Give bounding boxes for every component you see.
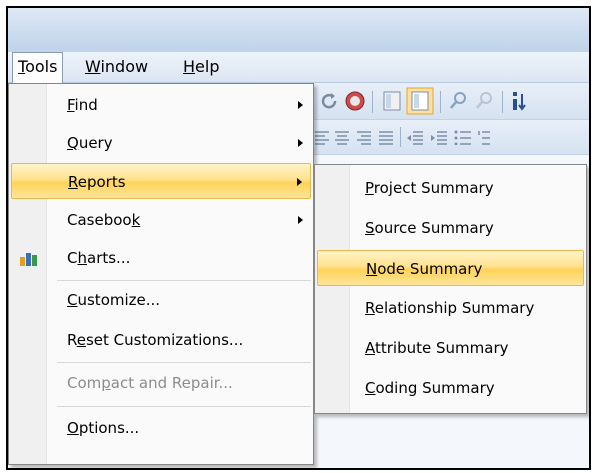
menu-divider (57, 362, 311, 363)
menu-divider (57, 406, 311, 407)
submenu-item-node-summary[interactable]: Node Summary (317, 250, 584, 286)
submenu-item-relationship-summary[interactable]: Relationship Summary (317, 290, 584, 326)
menu-item-charts[interactable]: Charts... (11, 240, 311, 276)
increase-indent-icon[interactable] (430, 129, 448, 145)
menu-item-find[interactable]: Find (11, 87, 311, 123)
sort-icon[interactable] (510, 90, 530, 112)
redo-icon[interactable] (320, 91, 340, 111)
submenu-arrow-icon (298, 216, 303, 224)
menu-item-customize[interactable]: Customize... (11, 282, 311, 318)
toolbar-separator (502, 91, 503, 113)
tools-menu: Find Query Reports Casebook Charts... Cu… (8, 83, 314, 465)
submenu-arrow-icon (298, 101, 303, 109)
find-next-icon[interactable] (474, 90, 496, 112)
menu-item-compact-and-repair: Compact and Repair... (67, 374, 233, 392)
menu-item-reports[interactable]: Reports (11, 163, 311, 199)
toolbar-separator (400, 127, 401, 147)
title-bar (8, 8, 589, 52)
toolbar-separator (372, 91, 373, 113)
menu-item-casebook[interactable]: Casebook (11, 202, 311, 238)
align-left-icon[interactable] (314, 129, 330, 145)
justify-icon[interactable] (378, 129, 394, 145)
toolbar-separator (440, 91, 441, 113)
detail-view-icon[interactable] (406, 87, 434, 115)
menu-bar: Tools Window Help (8, 52, 589, 83)
menu-item-options[interactable]: Options... (11, 410, 311, 446)
app-window: Tools Window Help Find Query Reports Cas… (6, 6, 591, 470)
panel-icon[interactable] (382, 90, 402, 112)
menu-item-reset-customizations[interactable]: Reset Customizations... (11, 322, 311, 358)
submenu-item-attribute-summary[interactable]: Attribute Summary (317, 330, 584, 366)
numbering-icon[interactable] (478, 129, 490, 145)
reports-submenu: Project Summary Source Summary Node Summ… (314, 164, 587, 414)
align-right-icon[interactable] (356, 129, 372, 145)
submenu-arrow-icon (297, 178, 302, 186)
menu-item-query[interactable]: Query (11, 125, 311, 161)
menu-tools[interactable]: Tools (12, 52, 64, 83)
bullets-icon[interactable] (454, 129, 472, 145)
menu-window[interactable]: Window (80, 52, 153, 82)
charts-icon (20, 253, 37, 266)
submenu-item-source-summary[interactable]: Source Summary (317, 210, 584, 246)
submenu-item-project-summary[interactable]: Project Summary (317, 170, 584, 206)
align-center-icon[interactable] (334, 129, 350, 145)
decrease-indent-icon[interactable] (406, 129, 424, 145)
find-icon[interactable] (448, 90, 470, 112)
menu-divider (57, 280, 311, 281)
submenu-item-coding-summary[interactable]: Coding Summary (317, 370, 584, 406)
globe-icon[interactable] (344, 90, 366, 112)
menu-help[interactable]: Help (178, 52, 224, 82)
submenu-arrow-icon (298, 139, 303, 147)
